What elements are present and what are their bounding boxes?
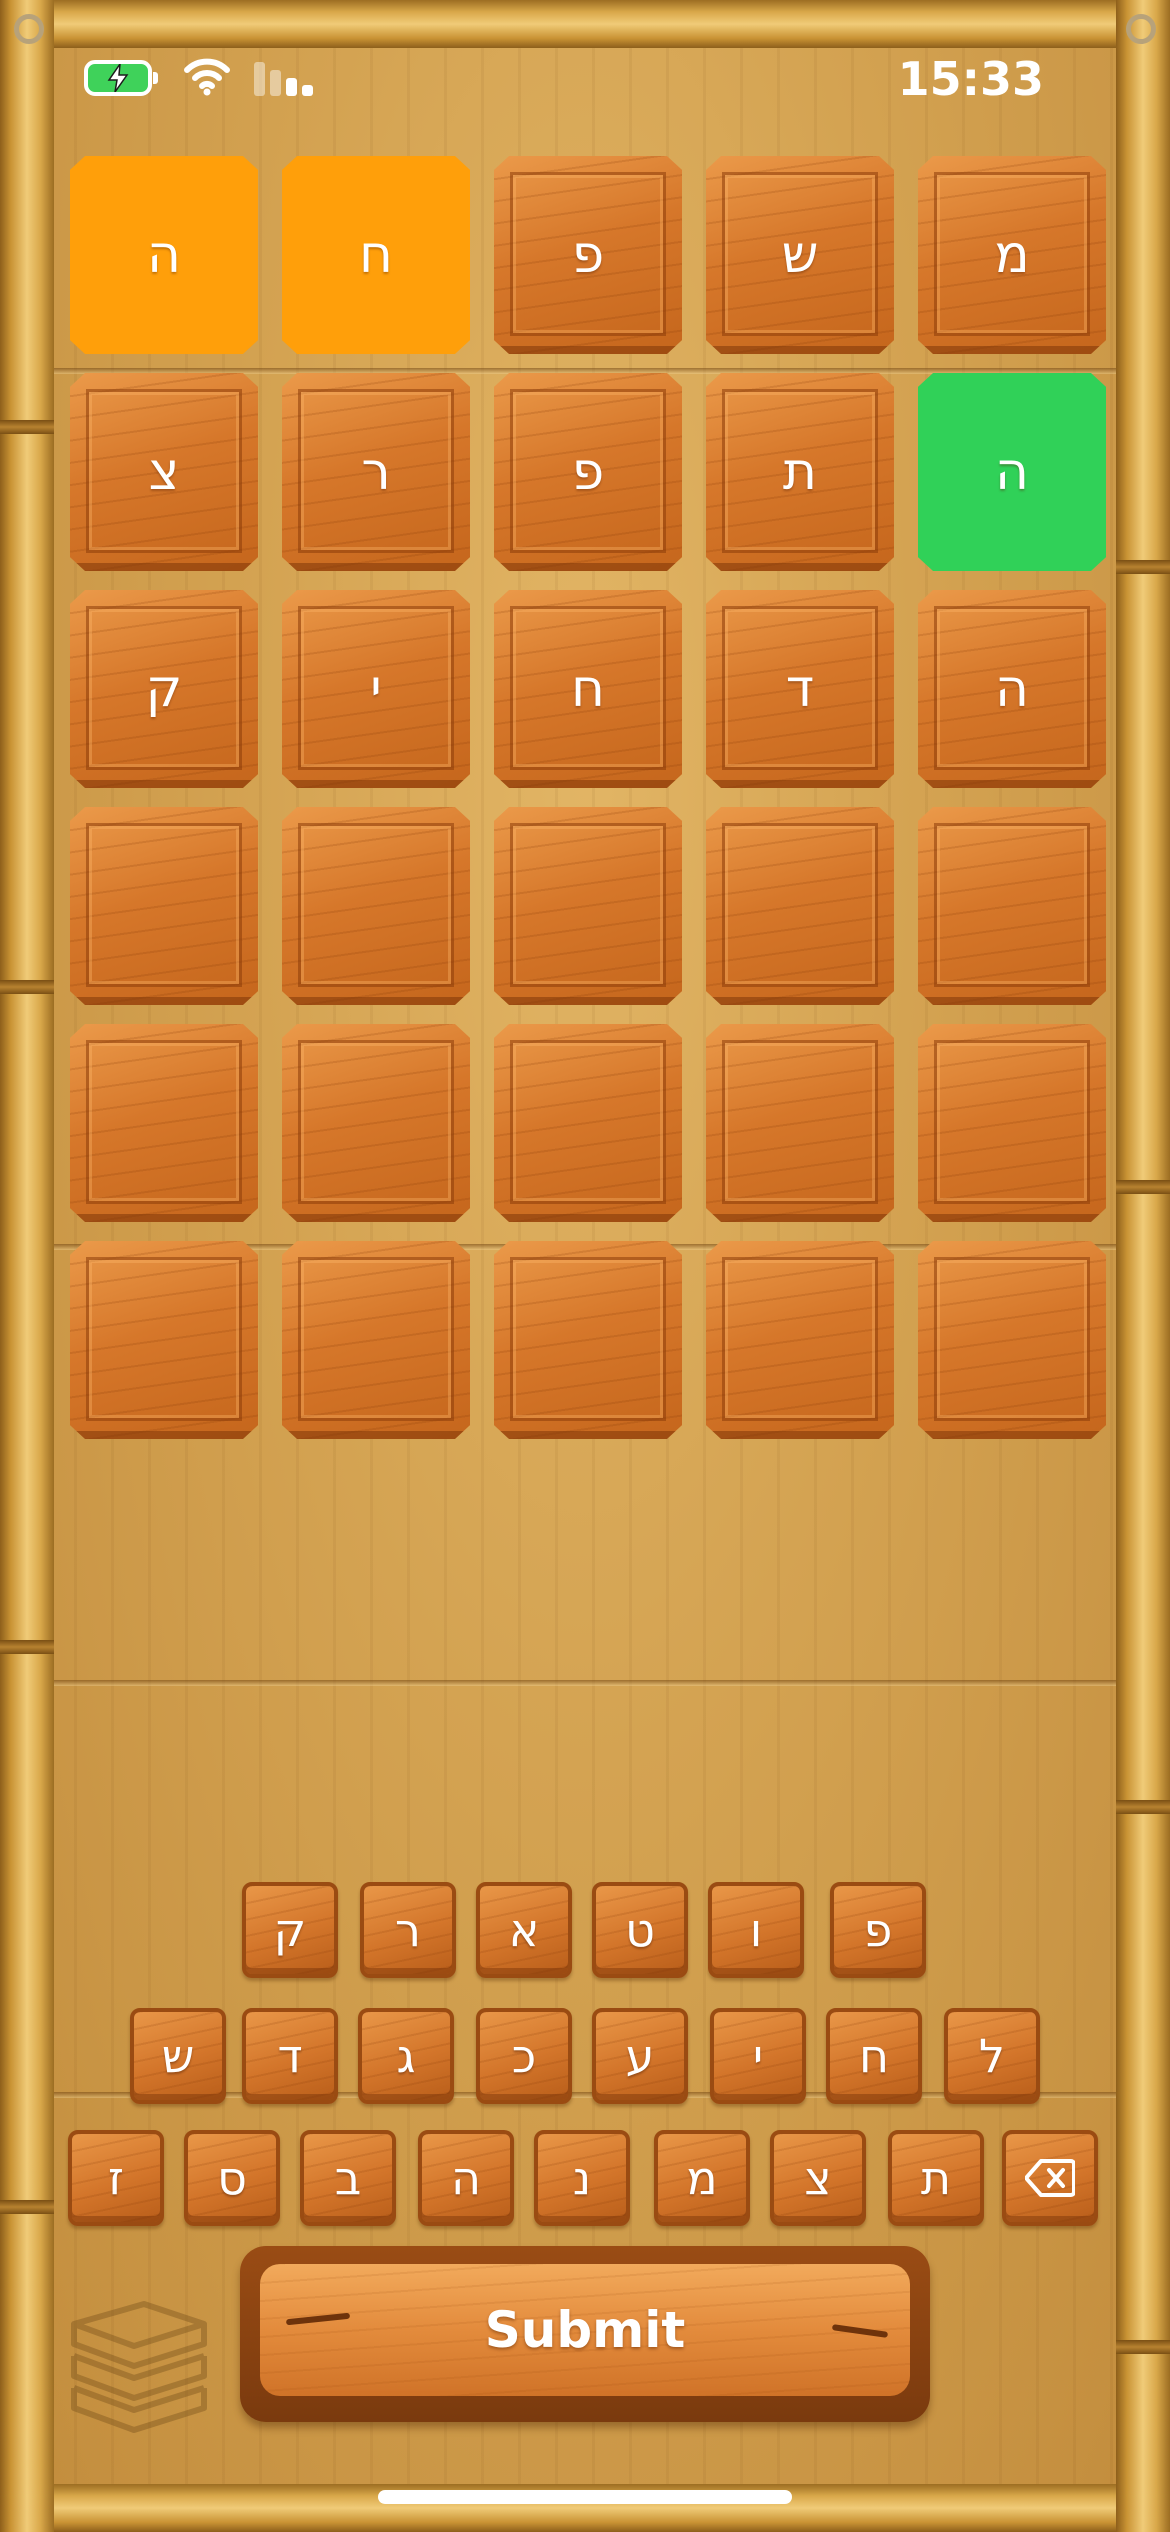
charging-battery-icon — [84, 60, 158, 96]
letter-tile: צ — [70, 373, 258, 571]
letter-tile: ח — [282, 156, 470, 354]
key-nun[interactable]: נ — [534, 2130, 630, 2226]
letter-tile: ה — [918, 373, 1106, 571]
key-bet[interactable]: ב — [300, 2130, 396, 2226]
letter-tile: מ — [918, 156, 1106, 354]
letter-tile — [282, 1241, 470, 1439]
key-pe[interactable]: פ — [830, 1882, 926, 1978]
key-zayin[interactable]: ז — [68, 2130, 164, 2226]
status-bar: 15:33 — [0, 40, 1170, 120]
letter-tile — [282, 807, 470, 1005]
letter-tile — [282, 1024, 470, 1222]
letter-tile: ד — [706, 590, 894, 788]
letter-tile: ק — [70, 590, 258, 788]
key-het[interactable]: ח — [826, 2008, 922, 2104]
letter-tile: ר — [282, 373, 470, 571]
letter-tile: פ — [494, 373, 682, 571]
letter-tile — [706, 807, 894, 1005]
letter-tile: י — [282, 590, 470, 788]
key-ayin[interactable]: ע — [592, 2008, 688, 2104]
letter-tile — [918, 1241, 1106, 1439]
key-kaf[interactable]: כ — [476, 2008, 572, 2104]
letter-tile — [494, 1241, 682, 1439]
key-lamed[interactable]: ל — [944, 2008, 1040, 2104]
letter-tile: ה — [918, 590, 1106, 788]
key-tsadi[interactable]: צ — [770, 2130, 866, 2226]
letter-tile — [918, 807, 1106, 1005]
key-gimel[interactable]: ג — [358, 2008, 454, 2104]
board-row: ה ח פ ש מ — [70, 156, 1106, 354]
bamboo-frame-left — [0, 0, 54, 2532]
board-row — [70, 1241, 1106, 1439]
key-resh[interactable]: ר — [360, 1882, 456, 1978]
letter-tile: ת — [706, 373, 894, 571]
clock-time: 15:33 — [897, 52, 1044, 106]
letter-tile — [70, 1241, 258, 1439]
board-row: צ ר פ ת ה — [70, 373, 1106, 571]
stacked-books-icon — [71, 2301, 207, 2433]
home-indicator[interactable] — [378, 2490, 792, 2504]
letter-tile — [706, 1024, 894, 1222]
letter-tile: פ — [494, 156, 682, 354]
key-he[interactable]: ה — [418, 2130, 514, 2226]
submit-label: Submit — [260, 2264, 910, 2396]
key-tav[interactable]: ת — [888, 2130, 984, 2226]
key-tet[interactable]: ט — [592, 1882, 688, 1978]
key-dalet[interactable]: ד — [242, 2008, 338, 2104]
key-mem[interactable]: מ — [654, 2130, 750, 2226]
letter-tile: ח — [494, 590, 682, 788]
letter-tile — [494, 807, 682, 1005]
letter-tile — [70, 1024, 258, 1222]
board-row — [70, 1024, 1106, 1222]
letter-tile: ה — [70, 156, 258, 354]
wifi-icon — [184, 58, 230, 96]
letter-tile — [918, 1024, 1106, 1222]
letter-tile — [70, 807, 258, 1005]
key-alef[interactable]: א — [476, 1882, 572, 1978]
board-row — [70, 807, 1106, 1005]
letter-tile — [494, 1024, 682, 1222]
bamboo-frame-right — [1116, 0, 1170, 2532]
key-shin[interactable]: ש — [130, 2008, 226, 2104]
board-row: ק י ח ד ה — [70, 590, 1106, 788]
key-kuf[interactable]: ק — [242, 1882, 338, 1978]
key-vav[interactable]: ו — [708, 1882, 804, 1978]
backspace-icon — [1025, 2159, 1075, 2197]
cellular-signal-icon — [252, 60, 318, 96]
key-samekh[interactable]: ס — [184, 2130, 280, 2226]
plank-seam — [54, 1680, 1116, 1686]
key-yod[interactable]: י — [710, 2008, 806, 2104]
letter-tile: ש — [706, 156, 894, 354]
backspace-key[interactable] — [1002, 2130, 1098, 2226]
submit-button[interactable]: Submit — [240, 2246, 930, 2422]
letter-tile — [706, 1241, 894, 1439]
